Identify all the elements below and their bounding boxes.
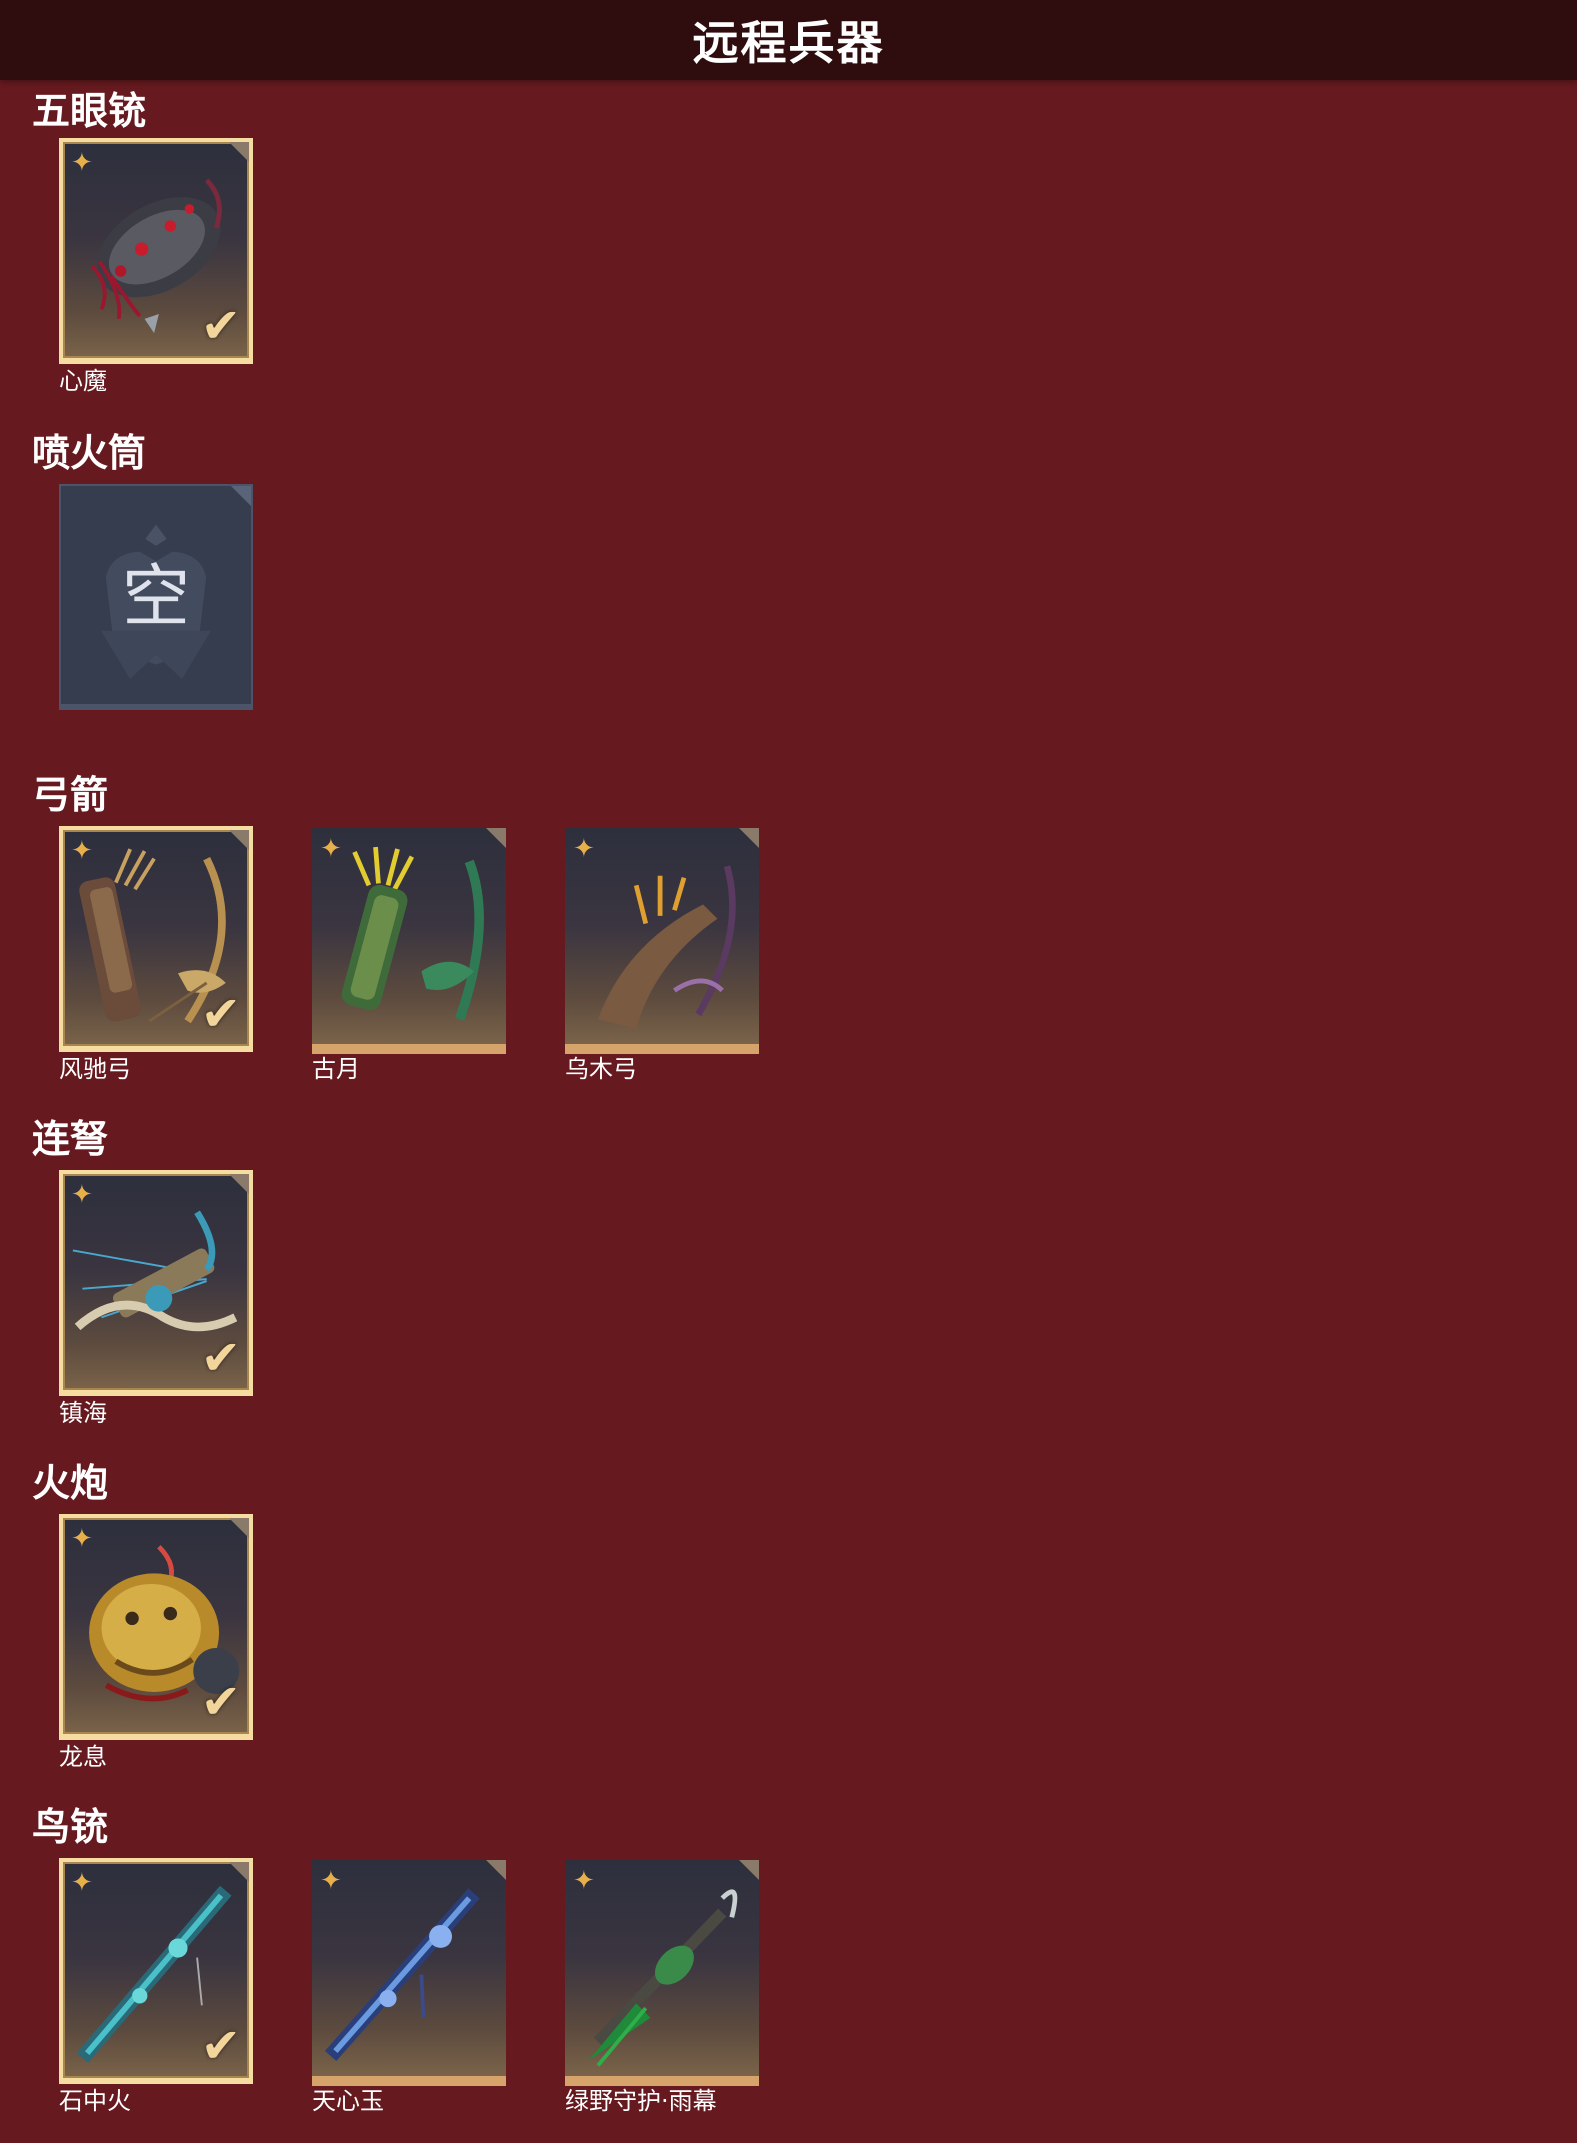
rarity-star-icon: ✦ [71, 1180, 93, 1210]
corner-tag-icon [229, 830, 249, 850]
item-name: 龙息 [59, 1743, 107, 1771]
item-name: 心魔 [59, 367, 107, 395]
corner-tag-icon [229, 1862, 249, 1882]
corner-tag-icon [739, 1860, 759, 1880]
weapon-card-zhenhai[interactable]: ✦ ✔ [59, 1170, 253, 1396]
corner-tag-icon [231, 486, 251, 506]
empty-weapon-slot[interactable]: 空 [59, 484, 253, 710]
item-name: 绿野守护·雨幕 [565, 2087, 717, 2115]
rarity-star-icon: ✦ [71, 836, 93, 866]
rarity-star-icon: ✦ [320, 834, 342, 864]
weapon-card-tianxinyu[interactable]: ✦ [312, 1860, 506, 2086]
item-name: 石中火 [59, 2087, 131, 2115]
empty-label: 空 [121, 558, 190, 637]
corner-tag-icon [229, 1174, 249, 1194]
corner-tag-icon [229, 1518, 249, 1538]
rarity-star-icon: ✦ [71, 1524, 93, 1554]
item-name: 镇海 [59, 1399, 107, 1427]
weapon-card-lvyeshouhu-yumu[interactable]: ✦ [565, 1860, 759, 2086]
page-title: 远程兵器 [692, 16, 885, 70]
rarity-star-icon: ✦ [573, 834, 595, 864]
corner-tag-icon [739, 828, 759, 848]
weapon-card-longxi[interactable]: ✦ ✔ [59, 1514, 253, 1740]
title-bar: 远程兵器 [0, 0, 1577, 80]
rarity-star-icon: ✦ [71, 1868, 93, 1898]
section-title-niaochong: 鸟铳 [32, 1805, 109, 1849]
section-title-penhuotong: 喷火筒 [32, 431, 147, 475]
equipped-check-icon: ✔ [200, 1330, 241, 1386]
item-name: 古月 [312, 1055, 360, 1083]
section-title-wuyanchong: 五眼铳 [32, 89, 147, 133]
weapon-card-guyue[interactable]: ✦ [312, 828, 506, 1054]
rarity-star-icon: ✦ [320, 1866, 342, 1896]
item-name: 风驰弓 [59, 1055, 131, 1083]
equipped-check-icon: ✔ [200, 986, 241, 1042]
section-title-briannu: 连弩 [32, 1117, 109, 1161]
section-title-gongjian: 弓箭 [32, 773, 109, 817]
corner-tag-icon [229, 142, 249, 162]
equipped-check-icon: ✔ [200, 1674, 241, 1730]
weapon-card-shizhonghuo[interactable]: ✦ ✔ [59, 1858, 253, 2084]
corner-tag-icon [486, 828, 506, 848]
corner-tag-icon [486, 1860, 506, 1880]
item-name: 天心玉 [312, 2087, 384, 2115]
rarity-star-icon: ✦ [71, 148, 93, 178]
item-name: 乌木弓 [565, 1055, 637, 1083]
section-title-huopao: 火炮 [32, 1461, 109, 1505]
weapon-card-fengchigong[interactable]: ✦ ✔ [59, 826, 253, 1052]
equipped-check-icon: ✔ [200, 298, 241, 354]
weapon-card-xinmo[interactable]: ✦ ✔ [59, 138, 253, 364]
equipped-check-icon: ✔ [200, 2018, 241, 2074]
weapon-card-wumugong[interactable]: ✦ [565, 828, 759, 1054]
rarity-star-icon: ✦ [573, 1866, 595, 1896]
